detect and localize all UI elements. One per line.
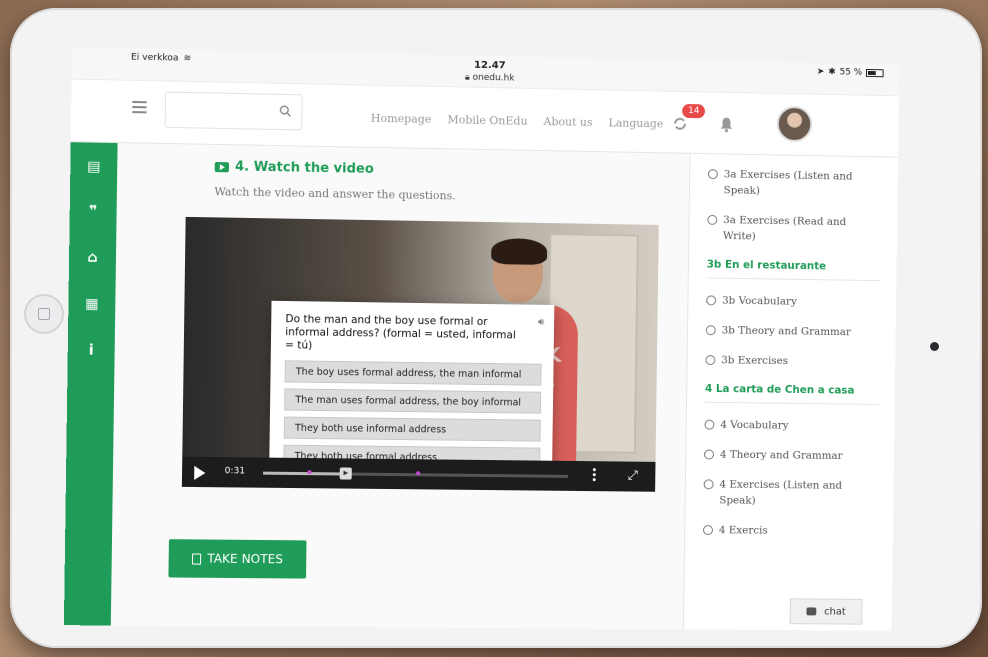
quiz-options: The boy uses formal address, the man inf… bbox=[283, 360, 542, 470]
bell-icon[interactable] bbox=[719, 117, 733, 133]
quiz-option-2[interactable]: The man uses formal address, the boy inf… bbox=[284, 388, 542, 414]
outline-item[interactable]: 3a Exercises (Read and Write) bbox=[707, 212, 882, 247]
outline-item[interactable]: 4 Exercises (Listen and Speak) bbox=[703, 476, 878, 510]
outline-item-label: 3b Vocabulary bbox=[721, 294, 797, 308]
bluetooth-icon: ✱ bbox=[828, 67, 836, 78]
seek-bar-fill bbox=[263, 471, 346, 476]
tablet-frame: Ei verkkoa ≋ 12.47 🔒︎ onedu.hk ➤ ✱ 55 % … bbox=[10, 8, 982, 648]
search-icon[interactable] bbox=[279, 105, 291, 117]
outline-item-label: 3a Exercises (Listen and Speak) bbox=[723, 168, 853, 197]
nav-link-homepage[interactable]: Homepage bbox=[371, 112, 432, 126]
nav-link-mobile-onedu[interactable]: Mobile OnEdu bbox=[447, 113, 527, 128]
cue-marker[interactable] bbox=[307, 470, 312, 475]
outline-item[interactable]: 3b Vocabulary bbox=[706, 292, 880, 311]
quiz-option-3[interactable]: They both use informal address bbox=[283, 416, 541, 442]
battery-label: 55 % bbox=[839, 67, 863, 78]
seek-bar[interactable]: ▶ bbox=[263, 467, 568, 480]
quiz-question: Do the man and the boy use formal or inf… bbox=[284, 313, 516, 352]
play-icon[interactable] bbox=[194, 465, 206, 481]
battery-icon bbox=[865, 68, 884, 78]
quiz-option-1[interactable]: The boy uses formal address, the man inf… bbox=[284, 360, 542, 386]
document-icon[interactable]: ▤ bbox=[86, 159, 103, 175]
chat-label: chat bbox=[824, 606, 846, 618]
outline-heading: 3b En el restaurante bbox=[706, 257, 882, 282]
more-options-icon[interactable] bbox=[592, 468, 596, 482]
menu-icon[interactable] bbox=[132, 100, 147, 116]
cue-marker[interactable] bbox=[416, 471, 421, 476]
radio-circle-icon[interactable] bbox=[704, 449, 715, 460]
person-hair bbox=[491, 238, 548, 265]
video-icon bbox=[214, 161, 229, 172]
radio-circle-icon[interactable] bbox=[706, 295, 717, 306]
note-icon bbox=[192, 552, 202, 565]
outline-item[interactable]: 4 Vocabulary bbox=[704, 417, 878, 435]
outline-item-label: 3b Exercises bbox=[721, 354, 789, 368]
seek-handle[interactable]: ▶ bbox=[339, 467, 352, 480]
radio-circle-icon[interactable] bbox=[705, 355, 716, 366]
radio-circle-icon[interactable] bbox=[705, 325, 716, 336]
outline-item[interactable]: 4 Theory and Grammar bbox=[704, 447, 878, 465]
camera-dot bbox=[930, 342, 939, 351]
institution-icon[interactable]: ⌂ bbox=[84, 250, 101, 266]
url-label: onedu.hk bbox=[472, 72, 515, 84]
fullscreen-icon[interactable]: ⤢ bbox=[627, 469, 641, 484]
search-input[interactable] bbox=[164, 91, 303, 131]
outline-item-label: 4 Exercises (Listen and Speak) bbox=[719, 478, 843, 507]
take-notes-label: TAKE NOTES bbox=[207, 551, 284, 567]
take-notes-button[interactable]: TAKE NOTES bbox=[168, 539, 307, 579]
location-icon: ➤ bbox=[816, 66, 825, 77]
outline-item-label: 3a Exercises (Read and Write) bbox=[722, 214, 847, 243]
tablet-screen: Ei verkkoa ≋ 12.47 🔒︎ onedu.hk ➤ ✱ 55 % … bbox=[63, 47, 900, 631]
outline-item-label: 4 Exercis bbox=[718, 524, 768, 537]
nav-link-language[interactable]: Language bbox=[608, 116, 663, 130]
file-icon[interactable]: ▦ bbox=[84, 296, 101, 312]
section-title-text: 4. Watch the video bbox=[234, 159, 374, 177]
instruction-text: Watch the video and answer the questions… bbox=[214, 185, 456, 203]
section-title: 4. Watch the video bbox=[214, 159, 374, 177]
radio-circle-icon[interactable] bbox=[707, 214, 718, 225]
sync-icon[interactable] bbox=[672, 116, 688, 132]
timecode: 0:31 bbox=[224, 466, 246, 477]
radio-circle-icon[interactable] bbox=[707, 169, 718, 180]
outline-item[interactable]: 3a Exercises (Listen and Speak) bbox=[707, 166, 883, 201]
outline-heading: 4 La carta de Chen a casa bbox=[704, 381, 880, 405]
radio-circle-icon[interactable] bbox=[703, 479, 714, 490]
outline-item-label: 4 Vocabulary bbox=[720, 418, 789, 432]
home-square-icon bbox=[38, 308, 50, 320]
speaker-icon[interactable]: 🔊︎ bbox=[538, 317, 544, 328]
outline-item-label: 4 Theory and Grammar bbox=[719, 448, 843, 462]
info-icon[interactable]: i bbox=[83, 342, 100, 359]
outline-item[interactable]: 3b Exercises bbox=[705, 352, 879, 370]
main-content: 4. Watch the video Watch the video and a… bbox=[110, 143, 690, 630]
radio-circle-icon[interactable] bbox=[702, 525, 714, 536]
lock-icon: 🔒︎ bbox=[464, 72, 470, 83]
course-outline: 3a Exercises (Listen and Speak) 3a Exerci… bbox=[682, 153, 899, 631]
nav-link-about-us[interactable]: About us bbox=[543, 115, 592, 129]
outline-item[interactable]: 4 Exercis bbox=[702, 522, 877, 540]
quote-icon[interactable]: ❞ bbox=[85, 203, 102, 219]
avatar[interactable] bbox=[776, 105, 813, 143]
home-button[interactable] bbox=[24, 294, 64, 334]
chat-icon bbox=[806, 607, 817, 616]
outline-item[interactable]: 3b Theory and Grammar bbox=[705, 322, 880, 340]
status-right: ➤ ✱ 55 % bbox=[817, 67, 884, 78]
radio-circle-icon[interactable] bbox=[704, 419, 715, 430]
left-sidebar: ▤ ❞ ⌂ ▦ i bbox=[63, 142, 118, 626]
video-controls: 0:31 ▶ ⤢ bbox=[181, 456, 656, 492]
outline-item-label: 3b Theory and Grammar bbox=[721, 324, 851, 339]
video-player[interactable]: YORK NIKE Do the man and the boy use for… bbox=[181, 216, 659, 492]
chat-button[interactable]: chat bbox=[789, 598, 863, 625]
nav-links: Homepage Mobile OnEdu About us Language bbox=[371, 112, 664, 131]
notification-badge: 14 bbox=[682, 103, 706, 119]
